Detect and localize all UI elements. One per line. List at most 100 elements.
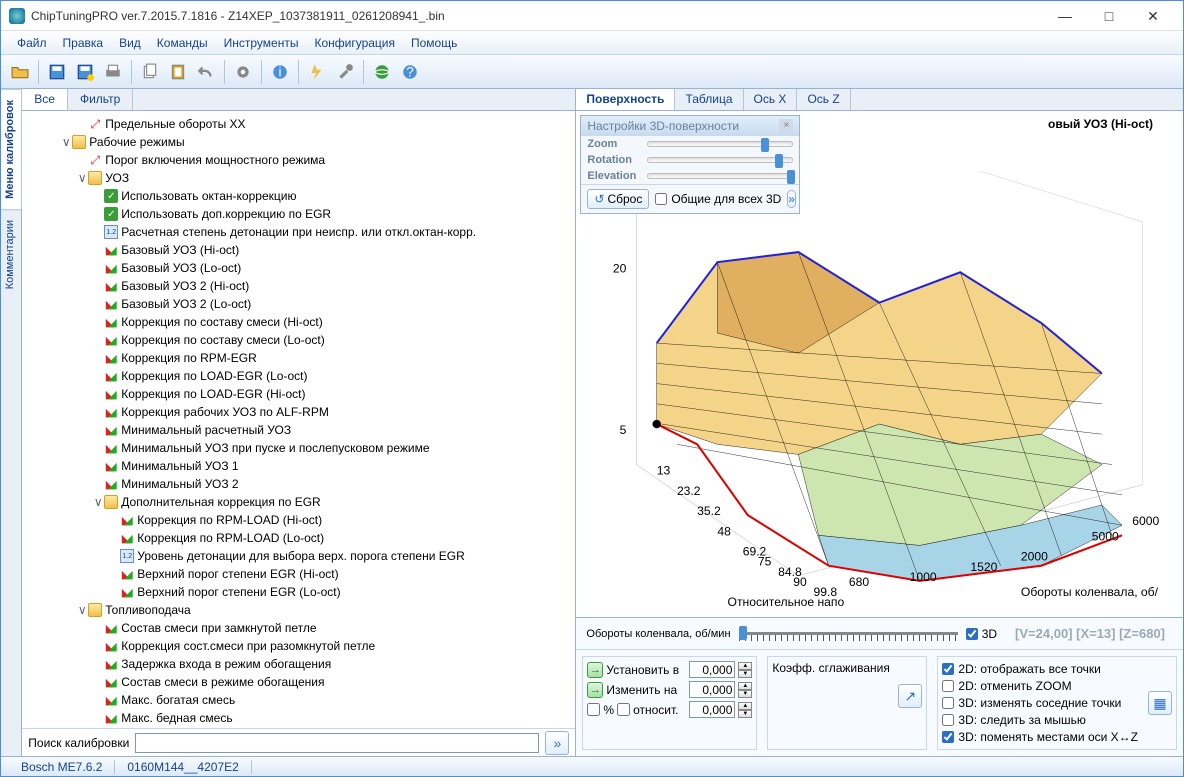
gear-icon[interactable] xyxy=(230,59,256,85)
tree-node[interactable]: Коррекция сост.смеси при разомкнутой пет… xyxy=(28,637,569,655)
tree-node[interactable]: Базовый УОЗ 2 (Hi-oct) xyxy=(28,277,569,295)
svg-text:48: 48 xyxy=(718,524,732,538)
menu-commands[interactable]: Команды xyxy=(149,33,216,53)
tree-node[interactable]: Минимальный расчетный УОЗ xyxy=(28,421,569,439)
tool-icon[interactable] xyxy=(332,59,358,85)
help-icon[interactable]: ? xyxy=(397,59,423,85)
paste-icon[interactable] xyxy=(165,59,191,85)
3d-checkbox[interactable]: 3D xyxy=(966,626,997,642)
elevation-slider[interactable] xyxy=(647,173,793,179)
tree-node[interactable]: Задержка входа в режим обогащения xyxy=(28,655,569,673)
change-by-input[interactable] xyxy=(689,681,735,698)
opt-2d-unzoom[interactable]: 2D: отменить ZOOM xyxy=(942,678,1138,694)
tree-node[interactable]: Базовый УОЗ 2 (Lo-oct) xyxy=(28,295,569,313)
tree-node[interactable]: Макс. богатая смесь xyxy=(28,691,569,709)
tree-node[interactable]: Коррекция по RPM-LOAD (Lo-oct) xyxy=(28,529,569,547)
statusbar: Bosch ME7.6.2 0160M144__4207E2 xyxy=(1,756,1183,776)
tree-node[interactable]: Коррекция по LOAD-EGR (Lo-oct) xyxy=(28,367,569,385)
minimize-button[interactable]: — xyxy=(1043,5,1087,27)
flash-icon[interactable] xyxy=(304,59,330,85)
menu-config[interactable]: Конфигурация xyxy=(306,33,403,53)
tree-node[interactable]: Минимальный УОЗ 2 xyxy=(28,475,569,493)
tree-node[interactable]: Состав смеси в режиме обогащения xyxy=(28,673,569,691)
globe-icon[interactable] xyxy=(369,59,395,85)
save-as-icon[interactable] xyxy=(72,59,98,85)
menu-edit[interactable]: Правка xyxy=(55,33,112,53)
rtab-axis-x[interactable]: Ось X xyxy=(744,89,798,110)
menu-tools[interactable]: Инструменты xyxy=(216,33,307,53)
save-icon[interactable] xyxy=(44,59,70,85)
apply-smooth-icon[interactable]: ↗ xyxy=(898,684,922,708)
copy-icon[interactable] xyxy=(137,59,163,85)
tree-node[interactable]: Уровень детонации для выбора верх. порог… xyxy=(28,547,569,565)
spinner-icon[interactable]: ▲▼ xyxy=(738,662,752,678)
relative-checkbox[interactable] xyxy=(617,703,630,716)
maximize-button[interactable]: □ xyxy=(1087,5,1131,27)
rotation-slider[interactable] xyxy=(647,157,793,163)
expand-icon[interactable]: » xyxy=(787,190,796,208)
side-tabs: Меню калибровок Комментарии xyxy=(1,89,22,756)
opt-3d-swapaxes[interactable]: 3D: поменять местами оси X↔Z xyxy=(942,729,1138,745)
vtab-calibrations[interactable]: Меню калибровок xyxy=(1,89,21,209)
set-to-button[interactable]: → xyxy=(587,662,603,678)
rpm-slider[interactable] xyxy=(739,624,958,644)
tree-node[interactable]: ∨УОЗ xyxy=(28,169,569,187)
set-to-input[interactable] xyxy=(689,661,735,678)
opt-3d-neighbors[interactable]: 3D: изменять соседние точки xyxy=(942,695,1138,711)
info-icon[interactable]: i xyxy=(267,59,293,85)
rtab-table[interactable]: Таблица xyxy=(675,89,743,110)
undo-icon[interactable] xyxy=(193,59,219,85)
change-by-button[interactable]: → xyxy=(587,682,603,698)
tree-node[interactable]: Минимальный УОЗ 1 xyxy=(28,457,569,475)
tree-node[interactable]: Порог включения мощностного режима xyxy=(28,151,569,169)
right-pane: Поверхность Таблица Ось X Ось Z Настройк… xyxy=(576,89,1183,756)
close-button[interactable]: ✕ xyxy=(1131,5,1175,27)
tree-node[interactable]: ∨Рабочие режимы xyxy=(28,133,569,151)
tree-node[interactable]: Коррекция по RPM-LOAD (Hi-oct) xyxy=(28,511,569,529)
surface-3d-plot[interactable]: 5 20 xyxy=(596,161,1163,616)
tree-node[interactable]: ∨Топливоподача xyxy=(28,601,569,619)
reset-button[interactable]: ↺Сброс xyxy=(587,189,649,209)
smooth-label: Коэфф. сглаживания xyxy=(772,661,922,675)
rtab-surface[interactable]: Поверхность xyxy=(576,89,675,110)
common-all-3d-checkbox[interactable]: Общие для всех 3D xyxy=(655,191,781,207)
svg-text:680: 680 xyxy=(849,575,869,589)
tree-node[interactable]: ∨Дополнительная коррекция по EGR xyxy=(28,493,569,511)
ltab-filter[interactable]: Фильтр xyxy=(68,89,133,110)
tree-node[interactable]: Минимальный УОЗ при пуске и послепусково… xyxy=(28,439,569,457)
tree-node[interactable]: Использовать доп.коррекцию по EGR xyxy=(28,205,569,223)
calibration-tree[interactable]: Предельные обороты XX∨Рабочие режимыПоро… xyxy=(22,111,575,728)
open-icon[interactable] xyxy=(7,59,33,85)
opt-3d-followmouse[interactable]: 3D: следить за мышью xyxy=(942,712,1138,728)
relative-input[interactable] xyxy=(689,701,735,718)
tree-node[interactable]: Предельные обороты XX xyxy=(28,115,569,133)
tree-node[interactable]: Макс. бедная смесь xyxy=(28,709,569,727)
opt-2d-allpoints[interactable]: 2D: отображать все точки xyxy=(942,661,1138,677)
menu-file[interactable]: Файл xyxy=(9,33,55,53)
pct-checkbox[interactable] xyxy=(587,703,600,716)
menu-help[interactable]: Помощь xyxy=(403,33,465,53)
tree-node[interactable]: Состав смеси при замкнутой петле xyxy=(28,619,569,637)
tree-node[interactable]: Базовый УОЗ (Hi-oct) xyxy=(28,241,569,259)
tree-node[interactable]: Коррекция рабочих УОЗ по ALF-RPM xyxy=(28,403,569,421)
tree-node[interactable]: Базовый УОЗ (Lo-oct) xyxy=(28,259,569,277)
tree-node[interactable]: Верхний порог степени EGR (Lo-oct) xyxy=(28,583,569,601)
panel-close-icon[interactable]: × xyxy=(779,119,793,133)
search-next-icon[interactable]: » xyxy=(545,731,569,755)
tree-node[interactable]: Верхний порог степени EGR (Hi-oct) xyxy=(28,565,569,583)
tree-node[interactable]: Коррекция по составу смеси (Hi-oct) xyxy=(28,313,569,331)
tree-node[interactable]: Использовать октан-коррекцию xyxy=(28,187,569,205)
grid-icon[interactable]: ▦ xyxy=(1148,691,1172,715)
zoom-slider[interactable] xyxy=(647,141,793,147)
ltab-all[interactable]: Все xyxy=(22,89,68,110)
tree-node[interactable]: Расчетная степень детонации при неиспр. … xyxy=(28,223,569,241)
rtab-axis-z[interactable]: Ось Z xyxy=(797,89,850,110)
search-input[interactable] xyxy=(135,733,539,753)
print-icon[interactable] xyxy=(100,59,126,85)
chart-area[interactable]: Настройки 3D-поверхности× Zoom Rotation … xyxy=(576,111,1183,617)
vtab-comments[interactable]: Комментарии xyxy=(1,209,21,299)
tree-node[interactable]: Коррекция по RPM-EGR xyxy=(28,349,569,367)
tree-node[interactable]: Коррекция по LOAD-EGR (Hi-oct) xyxy=(28,385,569,403)
menu-view[interactable]: Вид xyxy=(111,33,149,53)
tree-node[interactable]: Коррекция по составу смеси (Lo-oct) xyxy=(28,331,569,349)
